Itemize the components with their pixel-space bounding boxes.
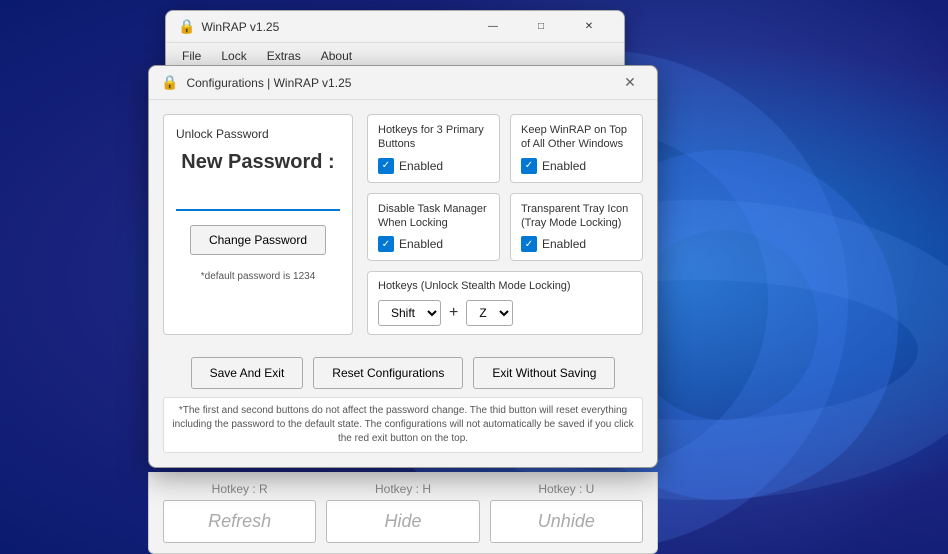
config-dialog: 🔒 Configurations | WinRAP v1.25 ✕ Unlock… xyxy=(148,65,658,468)
hotkeys-primary-setting: Hotkeys for 3 Primary Buttons ✓ Enabled xyxy=(367,114,500,183)
menu-about[interactable]: About xyxy=(313,45,360,67)
config-title: Configurations | WinRAP v1.25 xyxy=(186,76,615,90)
transparent-tray-checkbox[interactable]: ✓ xyxy=(521,236,537,252)
disable-task-manager-checkbox-row: ✓ Enabled xyxy=(378,236,489,252)
reset-configurations-button[interactable]: Reset Configurations xyxy=(313,357,463,389)
settings-panel: Hotkeys for 3 Primary Buttons ✓ Enabled … xyxy=(367,114,643,335)
settings-grid: Hotkeys for 3 Primary Buttons ✓ Enabled … xyxy=(367,114,643,261)
hotkey-key2-select[interactable]: Z A B C xyxy=(466,300,513,326)
hide-button[interactable]: Hide xyxy=(326,500,479,543)
keep-on-top-setting: Keep WinRAP on Top of All Other Windows … xyxy=(510,114,643,183)
config-body: Unlock Password New Password : Change Pa… xyxy=(149,100,657,349)
hotkey-hide-title: Hotkey : H xyxy=(375,482,431,496)
keep-on-top-checkbox[interactable]: ✓ xyxy=(521,158,537,174)
transparent-tray-setting: Transparent Tray Icon (Tray Mode Locking… xyxy=(510,193,643,262)
unlock-password-title: Unlock Password xyxy=(176,127,269,141)
hotkeys-stealth-label: Hotkeys (Unlock Stealth Mode Locking) xyxy=(378,280,632,292)
menu-lock[interactable]: Lock xyxy=(213,45,254,67)
config-close-button[interactable]: ✕ xyxy=(615,68,645,98)
hotkeys-primary-checkbox[interactable]: ✓ xyxy=(378,158,394,174)
plus-sign: + xyxy=(449,304,458,322)
main-window-title: WinRAP v1.25 xyxy=(201,20,470,34)
footer-buttons: Save And Exit Reset Configurations Exit … xyxy=(163,357,643,389)
config-titlebar: 🔒 Configurations | WinRAP v1.25 ✕ xyxy=(149,66,657,100)
menu-extras[interactable]: Extras xyxy=(259,45,309,67)
transparent-tray-checkbox-row: ✓ Enabled xyxy=(521,236,632,252)
hotkey-refresh-box: Hotkey : R Refresh xyxy=(163,482,316,543)
disable-task-manager-label: Disable Task Manager When Locking xyxy=(378,202,489,231)
disable-task-manager-setting: Disable Task Manager When Locking ✓ Enab… xyxy=(367,193,500,262)
keep-on-top-checkbox-row: ✓ Enabled xyxy=(521,158,632,174)
menu-file[interactable]: File xyxy=(174,45,209,67)
hotkey-unhide-box: Hotkey : U Unhide xyxy=(490,482,643,543)
transparent-tray-enabled-label: Enabled xyxy=(542,237,586,251)
config-icon: 🔒 xyxy=(161,74,178,91)
refresh-button[interactable]: Refresh xyxy=(163,500,316,543)
unlock-password-panel: Unlock Password New Password : Change Pa… xyxy=(163,114,353,335)
unhide-button[interactable]: Unhide xyxy=(490,500,643,543)
save-exit-button[interactable]: Save And Exit xyxy=(191,357,304,389)
minimize-button[interactable]: — xyxy=(470,11,516,43)
close-main-button[interactable]: ✕ xyxy=(566,11,612,43)
change-password-button[interactable]: Change Password xyxy=(190,225,326,255)
transparent-tray-label: Transparent Tray Icon (Tray Mode Locking… xyxy=(521,202,632,231)
window-controls: — □ ✕ xyxy=(470,11,612,43)
default-password-note: *default password is 1234 xyxy=(201,271,316,282)
new-password-label: New Password : xyxy=(181,151,334,174)
hotkey-hide-box: Hotkey : H Hide xyxy=(326,482,479,543)
main-titlebar: 🔒 WinRAP v1.25 — □ ✕ xyxy=(166,11,624,43)
hotkey-unhide-title: Hotkey : U xyxy=(538,482,594,496)
hotkeys-primary-label: Hotkeys for 3 Primary Buttons xyxy=(378,123,489,152)
disable-task-manager-enabled-label: Enabled xyxy=(399,237,443,251)
hotkeys-primary-enabled-label: Enabled xyxy=(399,159,443,173)
keep-on-top-label: Keep WinRAP on Top of All Other Windows xyxy=(521,123,632,152)
hotkey-key1-select[interactable]: Shift Ctrl Alt xyxy=(378,300,441,326)
hotkeys-primary-checkbox-row: ✓ Enabled xyxy=(378,158,489,174)
bottom-hotkeys-bar: Hotkey : R Refresh Hotkey : H Hide Hotke… xyxy=(148,472,658,554)
disable-task-manager-checkbox[interactable]: ✓ xyxy=(378,236,394,252)
password-input[interactable] xyxy=(176,186,340,211)
footer-note-text: *The first and second buttons do not aff… xyxy=(172,405,633,444)
config-footer: Save And Exit Reset Configurations Exit … xyxy=(149,349,657,467)
footer-note: *The first and second buttons do not aff… xyxy=(163,397,643,453)
keep-on-top-enabled-label: Enabled xyxy=(542,159,586,173)
hotkey-refresh-title: Hotkey : R xyxy=(212,482,268,496)
main-window-icon: 🔒 xyxy=(178,18,195,35)
hotkeys-stealth-setting: Hotkeys (Unlock Stealth Mode Locking) Sh… xyxy=(367,271,643,335)
hotkeys-stealth-row: Shift Ctrl Alt + Z A B C xyxy=(378,300,632,326)
exit-without-saving-button[interactable]: Exit Without Saving xyxy=(473,357,615,389)
maximize-button[interactable]: □ xyxy=(518,11,564,43)
